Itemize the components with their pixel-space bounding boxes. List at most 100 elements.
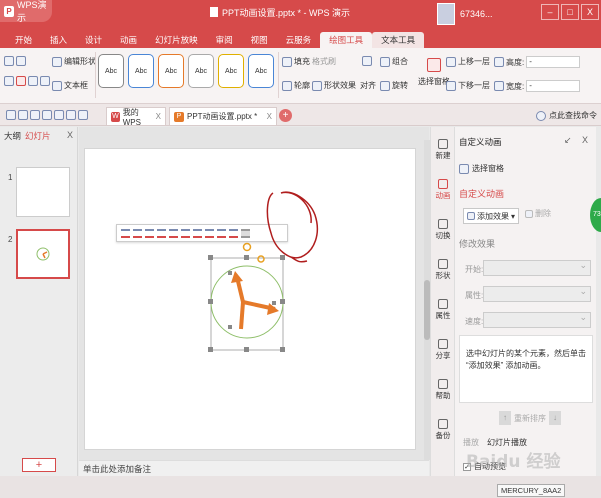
close-panel-icon[interactable]: X — [67, 130, 73, 140]
rail-item-backup[interactable]: 备份 — [431, 419, 455, 441]
user-name[interactable]: 67346... — [460, 9, 493, 19]
tab-slides[interactable]: 幻灯片 — [25, 130, 51, 142]
slide-canvas[interactable] — [84, 148, 416, 450]
save-icon[interactable] — [30, 110, 40, 120]
align-button[interactable]: 对齐 — [360, 80, 376, 91]
resize-handle[interactable] — [280, 255, 285, 260]
ungroup-icon[interactable] — [229, 228, 238, 238]
select-pane-link[interactable]: 选择窗格 — [459, 163, 504, 174]
slide-thumbnail-2[interactable] — [16, 229, 70, 279]
new-icon[interactable] — [6, 110, 16, 120]
resize-handle[interactable] — [208, 255, 213, 260]
combine-button[interactable]: 组合 — [380, 56, 408, 67]
height-input[interactable]: - — [526, 56, 581, 68]
resize-handle[interactable] — [208, 299, 213, 304]
width-input[interactable]: - — [526, 80, 581, 92]
resize-handle[interactable] — [228, 271, 232, 275]
rail-item-share[interactable]: 分享 — [431, 339, 455, 361]
tab-slideshow[interactable]: 幻灯片放映 — [146, 32, 207, 48]
edit-shape-button[interactable]: 编辑形状 — [52, 56, 96, 67]
tab-document[interactable]: P PPT动画设置.pptx * X — [169, 107, 277, 125]
open-icon[interactable] — [18, 110, 28, 120]
command-search[interactable]: 点此查找命令 — [536, 110, 597, 121]
resize-handle[interactable] — [208, 347, 213, 352]
redo-icon[interactable] — [78, 110, 88, 120]
new-tab-button[interactable]: + — [279, 109, 292, 122]
tab-drawing-tools[interactable]: 绘图工具 — [320, 32, 373, 48]
undo-icon[interactable] — [66, 110, 76, 120]
bring-forward-button[interactable]: 上移一层 — [446, 56, 490, 67]
text-box-button[interactable]: 文本框 — [52, 80, 88, 91]
send-backward-button[interactable]: 下移一层 — [446, 80, 490, 91]
shape-icons-bottom[interactable] — [4, 76, 50, 86]
minimize-button[interactable]: – — [541, 4, 559, 20]
tab-review[interactable]: 审阅 — [207, 32, 242, 48]
start-select[interactable] — [483, 260, 591, 276]
move-down-icon[interactable]: ↓ — [549, 411, 561, 425]
shape-a-icon[interactable] — [16, 76, 26, 86]
clock-hand-down[interactable] — [239, 301, 245, 330]
quick-access-toolbar[interactable] — [6, 110, 88, 120]
rail-item-transition[interactable]: 切换 — [431, 219, 455, 241]
rotate-handle[interactable] — [242, 242, 252, 252]
style-swatch-4[interactable]: Abc — [188, 54, 214, 88]
print-icon[interactable] — [42, 110, 52, 120]
tab-design[interactable]: 设计 — [76, 32, 111, 48]
align-bottom-icon[interactable] — [181, 228, 190, 238]
add-slide-button[interactable]: + — [22, 458, 56, 472]
style-swatch-5[interactable]: Abc — [218, 54, 244, 88]
align-left-icon[interactable] — [121, 228, 130, 238]
tab-insert[interactable]: 插入 — [41, 32, 76, 48]
tab-cloud[interactable]: 云服务 — [277, 32, 321, 48]
resize-handle[interactable] — [280, 347, 285, 352]
tab-text-tools[interactable]: 文本工具 — [372, 32, 425, 48]
rail-item-shape[interactable]: 形状 — [431, 259, 455, 281]
move-up-icon[interactable]: ↑ — [499, 411, 511, 425]
format-brush-button[interactable]: 格式刷 — [312, 56, 336, 67]
app-menu-button[interactable]: P WPS演示 — [0, 0, 52, 23]
align-middle-icon[interactable] — [169, 228, 178, 238]
notes-area[interactable]: 单击此处添加备注 — [79, 460, 429, 476]
rotate-handle[interactable] — [257, 255, 265, 263]
tab-animation[interactable]: 动画 — [111, 32, 146, 48]
align-top-icon[interactable] — [157, 228, 166, 238]
rotate-button[interactable]: 旋转 — [380, 80, 408, 91]
tab-my-wps[interactable]: W 我的WPS X — [106, 107, 166, 127]
delete-effect-button[interactable]: 删除 — [525, 208, 551, 219]
outline-button[interactable]: 轮廓 — [282, 80, 310, 91]
preview-icon[interactable] — [54, 110, 64, 120]
settings-shape-icon[interactable] — [16, 56, 26, 66]
shape-effect-button[interactable]: 形状效果 — [312, 80, 356, 91]
align-top-icon-button[interactable] — [362, 56, 372, 66]
maximize-button[interactable]: □ — [561, 4, 579, 20]
gear-icon[interactable] — [4, 76, 14, 86]
align-right-icon[interactable] — [145, 228, 154, 238]
user-area[interactable]: 67346... — [437, 3, 493, 25]
clock-hand-up[interactable] — [235, 276, 245, 303]
rail-item-help[interactable]: 帮助 — [431, 379, 455, 401]
tab-outline[interactable]: 大纲 — [4, 130, 21, 142]
shape-c-icon[interactable] — [40, 76, 50, 86]
distribute-v-icon[interactable] — [205, 228, 214, 238]
style-swatch-2[interactable]: Abc — [128, 54, 154, 88]
add-effect-button[interactable]: 添加效果 ▾ — [463, 208, 519, 224]
fill-button[interactable]: 填充 — [282, 56, 310, 67]
rail-item-animation[interactable]: 动画 — [431, 179, 455, 201]
align-center-icon[interactable] — [133, 228, 142, 238]
style-swatch-3[interactable]: Abc — [158, 54, 184, 88]
close-tab-icon[interactable]: X — [156, 112, 161, 121]
clock-face[interactable] — [210, 265, 284, 339]
more-options-icon[interactable] — [241, 228, 250, 238]
avatar[interactable] — [437, 3, 455, 25]
rail-item-properties[interactable]: 属性 — [431, 299, 455, 321]
style-swatch-1[interactable]: Abc — [98, 54, 124, 88]
resize-handle[interactable] — [228, 325, 232, 329]
shape-b-icon[interactable] — [28, 76, 38, 86]
tab-view[interactable]: 视图 — [242, 32, 277, 48]
close-tab-icon[interactable]: X — [267, 112, 272, 121]
group-icon[interactable] — [217, 228, 226, 238]
shape-icons-top[interactable] — [4, 56, 26, 66]
clock-hand-long[interactable] — [242, 300, 276, 311]
resize-handle[interactable] — [272, 301, 276, 305]
star-shape-icon[interactable] — [4, 56, 14, 66]
